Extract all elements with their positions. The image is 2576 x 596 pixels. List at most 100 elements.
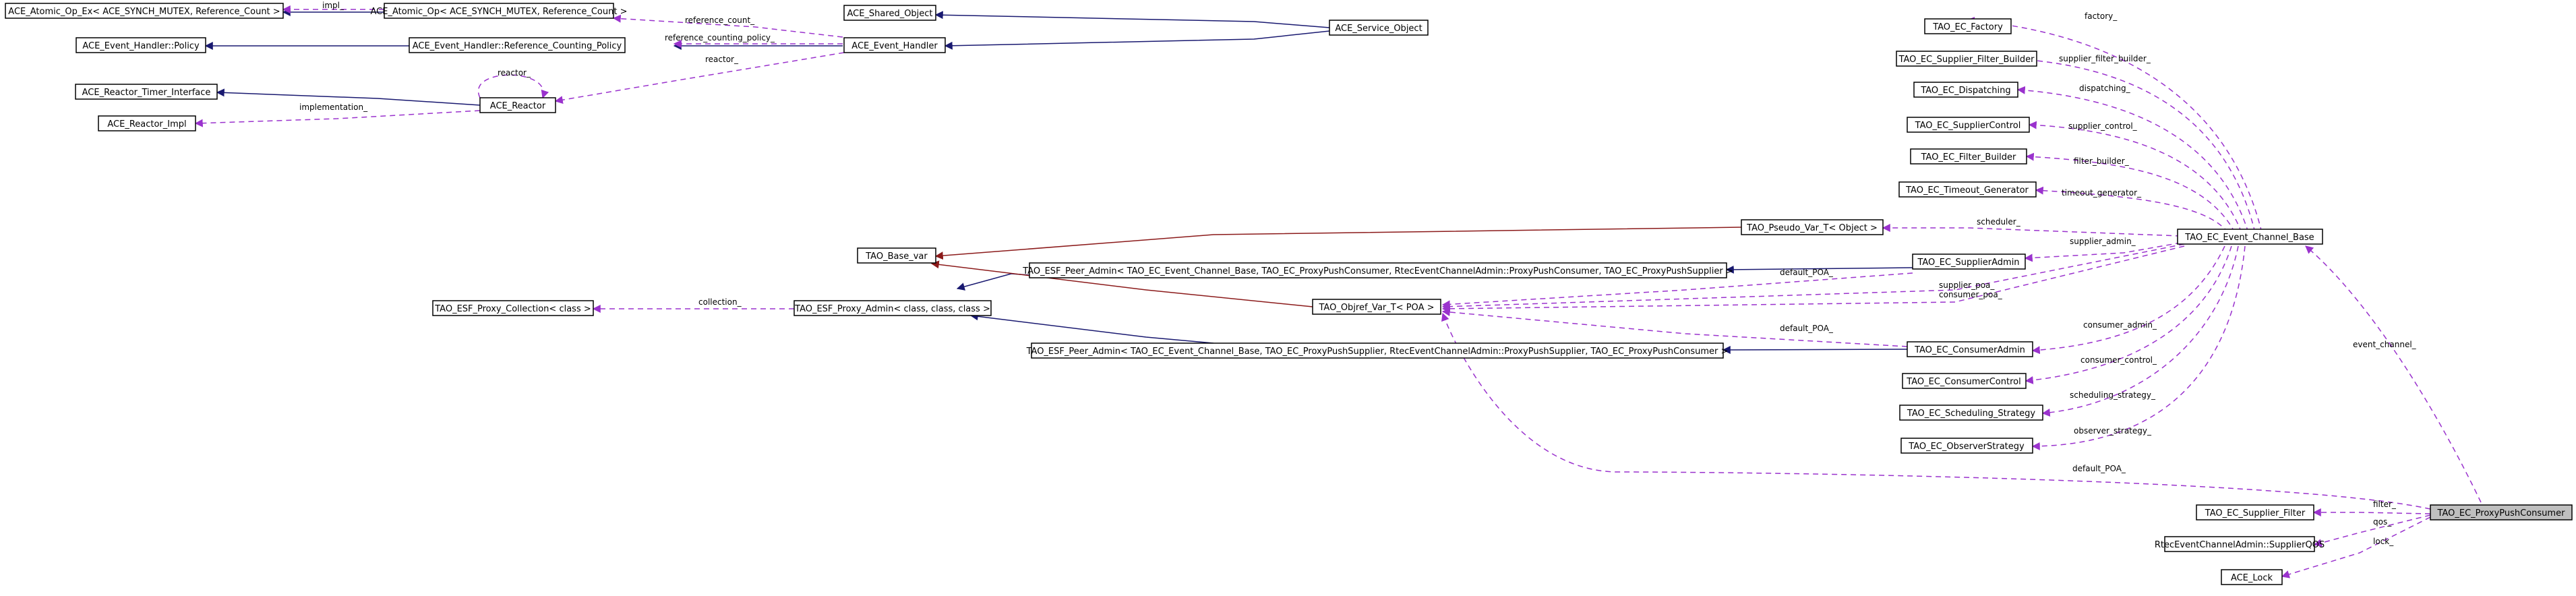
edge-label-timeout-generator: timeout_generator_ [2062, 188, 2142, 198]
node-tao-ec-supplier-admin[interactable]: TAO_EC_SupplierAdmin [1912, 254, 2026, 270]
edge-label-scheduler: scheduler_ [1977, 217, 2021, 227]
node-label: TAO_EC_ObserverStrategy [1908, 442, 2025, 452]
edge-label-collection: collection_ [698, 297, 742, 307]
node-ace-atomic-op[interactable]: ACE_Atomic_Op< ACE_SYNCH_MUTEX, Referenc… [371, 3, 628, 19]
node-tao-ec-observer-strategy[interactable]: TAO_EC_ObserverStrategy [1900, 438, 2033, 454]
edge-label-qos: qos_ [2373, 517, 2392, 527]
node-label: TAO_EC_Timeout_Generator [1905, 185, 2029, 196]
node-tao-objref-var-poa[interactable]: TAO_Objref_Var_T< POA > [1312, 299, 1441, 315]
node-label: TAO_EC_Dispatching [1920, 86, 2010, 96]
node-tao-esf-proxy-collection[interactable]: TAO_ESF_Proxy_Collection< class > [432, 300, 594, 316]
node-label: TAO_Pseudo_Var_T< Object > [1746, 223, 1878, 233]
node-tao-esf-peer-admin-consumer[interactable]: TAO_ESF_Peer_Admin< TAO_EC_Event_Channel… [1022, 262, 1733, 278]
node-tao-ec-consumer-control[interactable]: TAO_EC_ConsumerControl [1902, 373, 2027, 389]
node-label: ACE_Event_Handler::Reference_Counting_Po… [413, 41, 622, 51]
edge-supplier-filter-builder [2021, 55, 2256, 233]
edge-label-supplier-filter-builder: supplier_filter_builder_ [2059, 54, 2151, 63]
node-ace-event-handler-policy[interactable]: ACE_Event_Handler::Policy [76, 37, 206, 53]
edge-label-factory: factory_ [2085, 11, 2118, 21]
edge-scheduler [1882, 224, 2182, 237]
node-tao-ec-supplier-control[interactable]: TAO_EC_SupplierControl [1907, 117, 2030, 133]
edge-consumeradmin-to-tpa2 [1722, 345, 1908, 354]
node-label: TAO_EC_Supplier_Filter_Builder [1898, 55, 2035, 65]
edge-label-supplier-control: supplier_control_ [2068, 121, 2138, 131]
node-tao-esf-peer-admin-supplier[interactable]: TAO_ESF_Peer_Admin< TAO_EC_Event_Channel… [1026, 342, 1729, 359]
node-tao-ec-event-channel-base[interactable]: TAO_EC_Event_Channel_Base [2177, 229, 2323, 245]
edge-label-default-poa-b: default_POA_ [1780, 324, 1834, 333]
edge-label-filter: filter_ [2373, 500, 2397, 509]
edge-label-consumer-admin: consumer_admin_ [2083, 320, 2157, 330]
node-ace-reactor-timer-interface[interactable]: ACE_Reactor_Timer_Interface [75, 84, 218, 100]
edge-tpa2-to-tpa [969, 312, 1214, 344]
node-label: TAO_ESF_Proxy_Collection< class > [434, 304, 591, 314]
node-label: ACE_Event_Handler::Policy [82, 41, 200, 51]
edge-label-observer-strategy: observer_strategy_ [2074, 426, 2152, 436]
node-label: ACE_Service_Object [1335, 24, 1422, 34]
node-tao-ec-filter-builder[interactable]: TAO_EC_Filter_Builder [1910, 148, 2027, 165]
edge-label-reference-counting-policy: reference_counting_policy_ [665, 33, 775, 42]
node-label: TAO_Objref_Var_T< POA > [1319, 303, 1435, 313]
edge-label-lock: lock_ [2373, 537, 2394, 546]
edge-label-supplier-admin: supplier_admin_ [2070, 237, 2136, 246]
node-ace-reactor-impl[interactable]: ACE_Reactor_Impl [98, 115, 196, 131]
node-ace-event-handler-rc-policy[interactable]: ACE_Event_Handler::Reference_Counting_Po… [409, 37, 626, 53]
node-tao-ec-proxy-push-consumer[interactable]: TAO_EC_ProxyPushConsumer [2430, 504, 2573, 520]
node-label: TAO_EC_Factory [1932, 22, 2003, 32]
node-label: TAO_EC_ConsumerAdmin [1914, 345, 2025, 355]
node-ace-event-handler[interactable]: ACE_Event_Handler [843, 37, 946, 53]
edge-label-consumer-poa: consumer_poa_ [1939, 290, 2003, 299]
edge-reactor-from-aeh [554, 52, 845, 105]
node-tao-ec-supplier-filter-builder[interactable]: TAO_EC_Supplier_Filter_Builder [1896, 51, 2037, 67]
node-tao-esf-proxy-admin[interactable]: TAO_ESF_Proxy_Admin< class, class, class… [793, 300, 992, 316]
node-label: ACE_Shared_Object [847, 9, 932, 19]
edge-tpa1-to-tpa [956, 273, 1030, 291]
node-label: TAO_Base_var [865, 251, 928, 262]
node-ace-service-object[interactable]: ACE_Service_Object [1329, 20, 1429, 36]
node-tao-base-var[interactable]: TAO_Base_var [857, 247, 936, 264]
edge-label-reactor: reactor_ [705, 55, 739, 64]
node-label: TAO_EC_Event_Channel_Base [2184, 233, 2314, 243]
node-label: ACE_Reactor_Timer_Interface [82, 88, 211, 98]
node-label: TAO_EC_ConsumerControl [1906, 377, 2020, 387]
edge-event-channel [2305, 245, 2482, 503]
edge-service-to-aeh [944, 30, 1330, 50]
edge-tpv-to-base-var [934, 227, 1742, 260]
collaboration-diagram: impl_ reference_count_ reference_countin… [5, 1, 2573, 585]
node-label: ACE_Reactor [490, 101, 546, 111]
node-ace-shared-object[interactable]: ACE_Shared_Object [843, 5, 936, 21]
edge-label-reference-count: reference_count_ [685, 16, 755, 25]
node-ace-reactor[interactable]: ACE_Reactor [479, 97, 556, 113]
node-tao-ec-dispatching[interactable]: TAO_EC_Dispatching [1913, 82, 2018, 98]
node-tao-ec-timeout-generator[interactable]: TAO_EC_Timeout_Generator [1898, 181, 2037, 198]
node-label: TAO_EC_Filter_Builder [1921, 152, 2016, 162]
node-label: TAO_ESF_Peer_Admin< TAO_EC_Event_Channel… [1026, 347, 1729, 357]
edge-reactor-self [477, 74, 549, 99]
node-ace-atomic-op-ex[interactable]: ACE_Atomic_Op_Ex< ACE_SYNCH_MUTEX, Refer… [5, 3, 284, 19]
node-rtec-supplier-qos[interactable]: RtecEventChannelAdmin::SupplierQOS [2155, 536, 2325, 552]
node-label: ACE_Lock [2231, 573, 2273, 583]
node-label: TAO_EC_SupplierControl [1915, 121, 2021, 131]
node-label: TAO_ESF_Peer_Admin< TAO_EC_Event_Channel… [1022, 266, 1733, 276]
edge-service-to-shared [934, 11, 1330, 28]
edge-supplier-control [2028, 121, 2242, 233]
node-label: ACE_Atomic_Op< ACE_SYNCH_MUTEX, Referenc… [371, 7, 628, 17]
edge-filter [2312, 508, 2431, 516]
edge-dispatching [2016, 86, 2249, 233]
node-tao-ec-consumer-admin[interactable]: TAO_EC_ConsumerAdmin [1907, 341, 2033, 357]
node-tao-ec-scheduling-strategy[interactable]: TAO_EC_Scheduling_Strategy [1899, 405, 2043, 421]
edge-label-dispatching: dispatching_ [2079, 84, 2131, 93]
edge-label-impl: impl_ [322, 1, 345, 10]
node-label: ACE_Atomic_Op_Ex< ACE_SYNCH_MUTEX, Refer… [8, 7, 280, 17]
node-tao-ec-factory[interactable]: TAO_EC_Factory [1924, 18, 2012, 34]
edge-label-default-poa-a: default_POA_ [1780, 268, 1834, 277]
node-label: TAO_ESF_Proxy_Admin< class, class, class… [794, 304, 990, 314]
node-label: RtecEventChannelAdmin::SupplierQOS [2155, 540, 2325, 550]
node-tao-pseudo-var-object[interactable]: TAO_Pseudo_Var_T< Object > [1741, 219, 1884, 235]
edge-label-consumer-control: consumer_control_ [2080, 355, 2157, 365]
edge-implementation [194, 110, 481, 127]
edge-label-supplier-poa: supplier_poa_ [1939, 280, 1995, 290]
edge-qos [2313, 514, 2431, 547]
node-label: TAO_EC_Scheduling_Strategy [1907, 409, 2035, 419]
node-ace-lock[interactable]: ACE_Lock [2221, 569, 2283, 585]
node-tao-ec-supplier-filter[interactable]: TAO_EC_Supplier_Filter [2196, 504, 2314, 520]
